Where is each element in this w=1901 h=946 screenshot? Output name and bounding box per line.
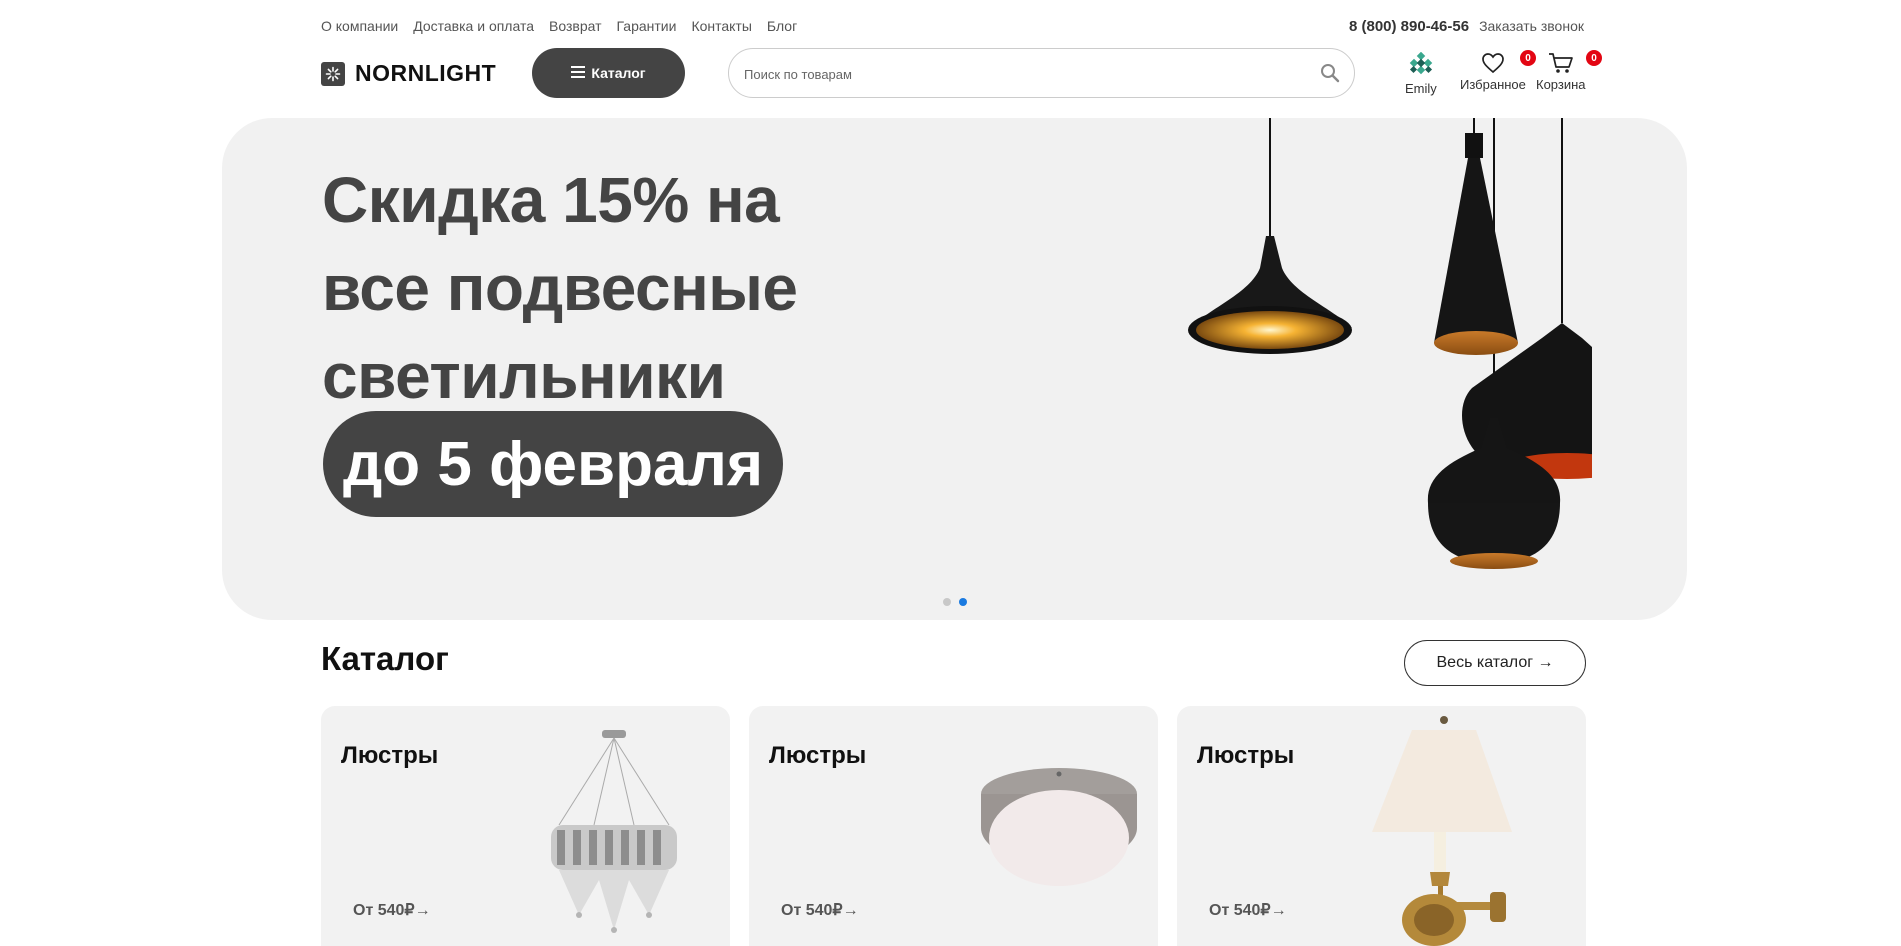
search-box <box>728 48 1355 98</box>
slider-dot-1[interactable] <box>942 598 951 606</box>
nav-link-warranty[interactable]: Гарантии <box>617 18 677 34</box>
callback-link[interactable]: Заказать звонок <box>1479 18 1584 34</box>
category-card-3[interactable]: Люстры От 540₽→ <box>1177 706 1586 946</box>
favorites-label: Избранное <box>1460 77 1526 92</box>
nav-link-blog[interactable]: Блог <box>767 18 797 34</box>
user-account[interactable]: Emily <box>1405 51 1437 96</box>
crystal-chandelier-image <box>551 730 677 933</box>
search-icon[interactable] <box>1320 63 1340 88</box>
catalog-button[interactable]: Каталог <box>532 48 685 98</box>
nav-link-returns[interactable]: Возврат <box>549 18 602 34</box>
pendant-lamps-image <box>1188 118 1592 569</box>
banner-line-2: все подвесные <box>322 252 798 324</box>
logo[interactable]: NORNLIGHT <box>321 60 496 87</box>
ceiling-lamp-image <box>981 768 1137 886</box>
category-card-title: Люстры <box>1197 742 1295 769</box>
all-catalog-button[interactable]: Весь каталог → <box>1404 640 1586 686</box>
banner-line-1: Скидка 15% на <box>322 164 780 236</box>
nav-link-delivery[interactable]: Доставка и оплата <box>413 18 534 34</box>
category-card-title: Люстры <box>341 742 439 769</box>
nav-link-contacts[interactable]: Контакты <box>691 18 751 34</box>
contact-block: 8 (800) 890-46-56 Заказать звонок <box>1349 18 1584 35</box>
user-name: Emily <box>1405 81 1437 96</box>
banner-line-3: светильники <box>322 340 726 412</box>
category-card-price: От 540₽→ <box>353 902 431 919</box>
slider-dots <box>222 598 1687 606</box>
header: NORNLIGHT Каталог Поиск по товарам Emily… <box>321 48 1602 98</box>
user-avatar-icon <box>1408 51 1434 81</box>
category-card-price: От 540₽→ <box>781 902 859 919</box>
slider-dot-2[interactable] <box>958 598 967 606</box>
category-card-title: Люстры <box>769 742 867 769</box>
favorites-button[interactable]: Избранное 0 <box>1460 50 1536 92</box>
logo-text: NORNLIGHT <box>355 60 497 86</box>
promo-banner[interactable]: Скидка 15% на все подвесные светильники … <box>222 118 1687 620</box>
top-bar: О компании Доставка и оплата Возврат Гар… <box>321 18 1584 38</box>
banner-date-pill: до 5 февраля <box>323 411 783 517</box>
phone-number[interactable]: 8 (800) 890-46-56 <box>1349 18 1469 35</box>
menu-icon <box>571 65 586 81</box>
cart-count-badge: 0 <box>1586 50 1602 66</box>
catalog-button-label: Каталог <box>591 65 646 81</box>
category-card-price: От 540₽→ <box>1209 902 1287 919</box>
banner-heading: Скидка 15% на все подвесные светильники <box>322 156 798 420</box>
wall-sconce-image <box>1372 716 1512 946</box>
cart-button[interactable]: Корзина 0 <box>1536 50 1602 92</box>
nav-link-about[interactable]: О компании <box>321 18 398 34</box>
favorites-count-badge: 0 <box>1520 50 1536 66</box>
cart-label: Корзина <box>1536 77 1586 92</box>
logo-icon <box>321 61 345 86</box>
category-card-2[interactable]: Люстры От 540₽→ <box>749 706 1158 946</box>
catalog-section-title: Каталог <box>321 640 449 677</box>
cart-icon <box>1548 52 1574 77</box>
search-input[interactable] <box>744 63 1304 85</box>
heart-icon <box>1481 52 1505 77</box>
category-card-1[interactable]: Люстры От 540₽→ <box>321 706 730 946</box>
